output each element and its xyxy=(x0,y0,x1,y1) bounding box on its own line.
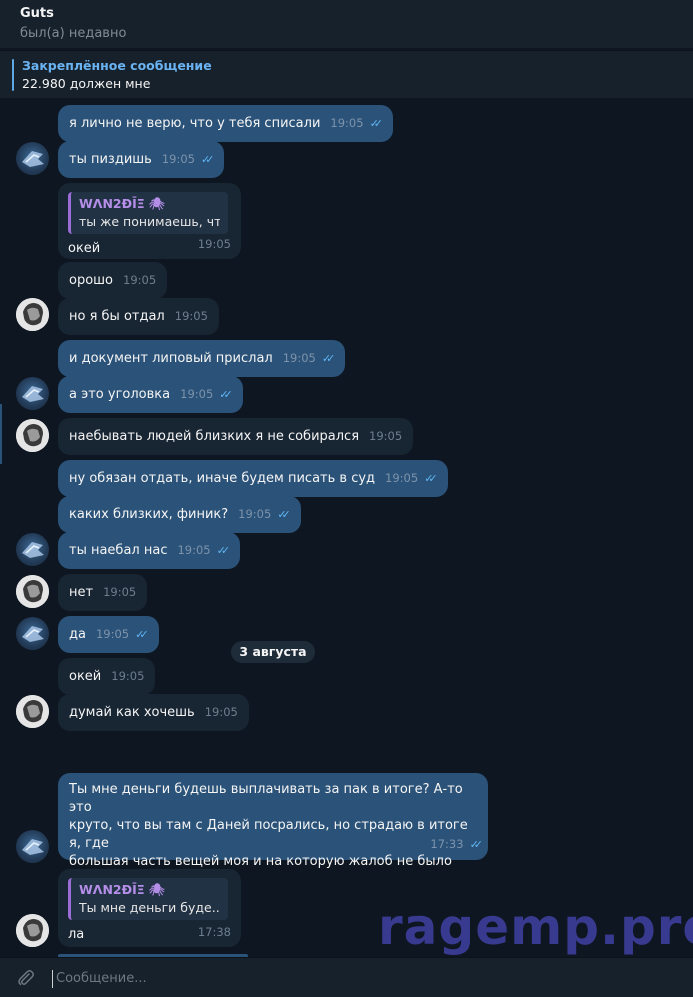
message-composer[interactable]: Сообщение... xyxy=(0,957,693,997)
message-time: 19:05 xyxy=(123,273,157,287)
avatar[interactable] xyxy=(16,830,49,863)
chat-header[interactable]: Guts был(а) недавно xyxy=(0,0,693,48)
avatar[interactable] xyxy=(16,617,49,650)
message-bubble-outgoing[interactable]: и документ липовый прислал 19:05 ✓✓ xyxy=(58,340,346,377)
message-text: ты наебал нас xyxy=(69,543,168,558)
avatar[interactable] xyxy=(16,533,49,566)
message-text: ты пиздишь xyxy=(69,152,152,167)
read-checkmarks-icon: ✓✓ xyxy=(277,508,291,521)
message-bubble-outgoing[interactable]: каких близких, финик? 19:05 ✓✓ xyxy=(58,496,301,533)
message-time: 19:05 xyxy=(204,705,238,719)
avatar[interactable] xyxy=(16,575,49,608)
read-checkmarks-icon: ✓✓ xyxy=(469,838,484,851)
message-bubble-incoming[interactable]: думай как хочешь 19:05 xyxy=(58,694,249,731)
message-text: окей xyxy=(68,241,101,256)
avatar[interactable] xyxy=(16,695,49,728)
read-checkmarks-icon: ✓✓ xyxy=(219,388,233,401)
message-bubble-outgoing[interactable]: Ты мне деньги будешь выплачивать за пак … xyxy=(58,773,488,905)
message-time: 17:38 xyxy=(197,925,231,939)
message-bubble-incoming[interactable]: наебывать людей близких я не собирался 19… xyxy=(58,418,414,455)
message-bubble-outgoing[interactable]: ты пиздишь 19:05 ✓✓ xyxy=(58,141,225,178)
message-text: но я бы отдал xyxy=(69,309,165,324)
avatar[interactable] xyxy=(16,298,49,331)
message-text: и документ липовый прислал xyxy=(69,351,273,366)
reply-text: ты же понимаешь, чт... xyxy=(79,214,220,229)
message-time: 17:33 xyxy=(430,837,464,851)
message-bubble-outgoing[interactable]: ты наебал нас 19:05 ✓✓ xyxy=(58,532,241,569)
reply-text: Ты мне деньги буде... xyxy=(79,900,220,915)
avatar[interactable] xyxy=(16,914,49,947)
attach-paperclip-icon[interactable] xyxy=(16,968,36,992)
message-time: 19:05 xyxy=(385,471,419,485)
message-bubble-incoming[interactable]: окей 19:05 xyxy=(58,658,156,695)
message-bubble-incoming[interactable]: WΛN2ĐĪΞ 🕷 ты же понимаешь, чт... окей 19… xyxy=(58,183,241,259)
read-checkmarks-icon: ✓✓ xyxy=(424,472,438,485)
message-bubble-outgoing[interactable]: да 19:05 ✓✓ xyxy=(58,616,159,653)
message-time: 19:05 xyxy=(369,429,403,443)
message-bubble-incoming[interactable]: нет 19:05 xyxy=(58,574,148,611)
message-feed[interactable]: я лично не верю, что у тебя списали 19:05… xyxy=(0,99,693,957)
pinned-indicator xyxy=(12,59,14,91)
message-time: 19:05 xyxy=(238,507,272,521)
message-time: 19:05 xyxy=(180,387,214,401)
date-separator: 3 августа xyxy=(231,641,315,663)
avatar[interactable] xyxy=(16,142,49,175)
message-time: 19:05 xyxy=(174,309,208,323)
message-input[interactable]: Сообщение... xyxy=(52,970,147,988)
message-text: окей xyxy=(69,669,102,684)
message-bubble-incoming[interactable]: орошо 19:05 xyxy=(58,262,168,299)
message-meta: 17:33 ✓✓ xyxy=(430,835,484,854)
message-text: наебывать людей близких я не собирался xyxy=(69,429,360,444)
message-time: 19:05 xyxy=(177,543,211,557)
avatar[interactable] xyxy=(16,377,49,410)
read-checkmarks-icon: ✓✓ xyxy=(135,628,149,641)
read-checkmarks-icon: ✓✓ xyxy=(200,153,215,166)
message-time: 19:05 xyxy=(95,627,130,641)
message-text-line: Ты мне деньги будешь выплачивать за пак … xyxy=(69,782,463,815)
pinned-message-bar[interactable]: Закреплённое сообщение 22.980 должен мне xyxy=(0,50,693,98)
message-text: нет xyxy=(69,585,94,600)
message-text: каких близких, финик? xyxy=(69,507,229,522)
contact-status: был(а) недавно xyxy=(20,26,127,41)
message-text: ла xyxy=(68,927,85,942)
pinned-text: 22.980 должен мне xyxy=(22,76,151,91)
read-checkmarks-icon: ✓✓ xyxy=(369,117,384,130)
message-time: 19:05 xyxy=(197,237,231,251)
reply-author: WΛN2ĐĪΞ 🕷 xyxy=(79,882,165,897)
message-text: я лично не верю, что у тебя списали xyxy=(69,116,321,131)
message-text: думай как хочешь xyxy=(69,705,195,720)
message-bubble-outgoing[interactable]: а это уголовка 19:05 ✓✓ xyxy=(58,376,243,413)
read-checkmarks-icon: ✓✓ xyxy=(321,352,336,365)
message-text: а это уголовка xyxy=(69,387,171,402)
message-time: 19:05 xyxy=(282,351,316,365)
message-bubble-outgoing[interactable]: ну обязан отдать, иначе будем писать в с… xyxy=(58,460,448,497)
message-text: ну обязан отдать, иначе будем писать в с… xyxy=(69,471,376,486)
reply-preview[interactable]: WΛN2ĐĪΞ 🕷 Ты мне деньги буде... xyxy=(68,878,228,920)
message-bubble-outgoing[interactable]: я лично не верю, что у тебя списали 19:05… xyxy=(58,105,393,142)
message-time: 19:05 xyxy=(103,585,137,599)
message-time: 19:05 xyxy=(111,669,145,683)
reply-preview[interactable]: WΛN2ĐĪΞ 🕷 ты же понимаешь, чт... xyxy=(68,192,228,234)
avatar[interactable] xyxy=(16,419,49,452)
scroll-indicator xyxy=(0,404,2,464)
message-text-line: круто, что вы там с Даней посрались, но … xyxy=(69,818,468,851)
reply-author: WΛN2ĐĪΞ 🕷 xyxy=(79,196,165,211)
read-checkmarks-icon: ✓✓ xyxy=(216,544,231,557)
message-bubble-incoming[interactable]: но я бы отдал 19:05 xyxy=(58,298,219,335)
message-bubble-incoming[interactable]: WΛN2ĐĪΞ 🕷 Ты мне деньги буде... ла 17:38 xyxy=(58,869,241,947)
message-time: 19:05 xyxy=(161,152,195,166)
message-text: орошо xyxy=(69,273,114,288)
message-text: да xyxy=(69,627,86,642)
contact-name[interactable]: Guts xyxy=(20,6,693,21)
pinned-title: Закреплённое сообщение xyxy=(22,58,212,73)
message-time: 19:05 xyxy=(330,116,364,130)
watermark: ragemp.pro xyxy=(378,898,693,956)
